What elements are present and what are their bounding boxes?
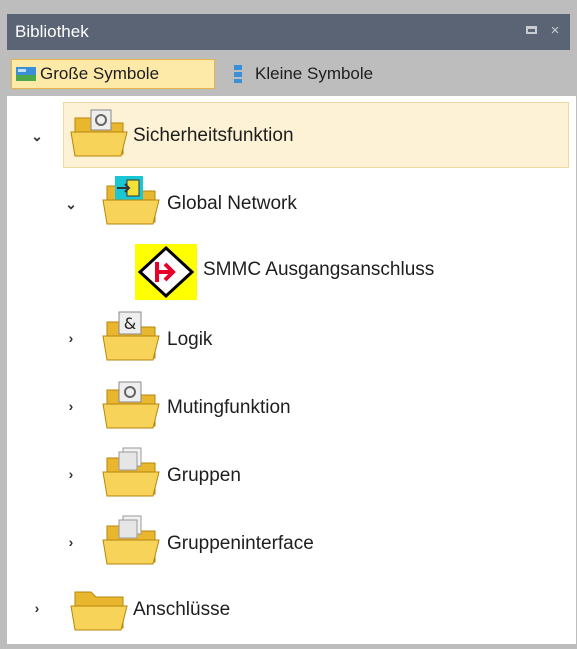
tree-item-logik[interactable]: › & Logik bbox=[7, 310, 567, 370]
tree-item-label: Gruppen bbox=[167, 465, 241, 486]
panel-titlebar: Bibliothek × bbox=[7, 14, 570, 50]
chevron-down-icon[interactable]: ⌄ bbox=[63, 196, 79, 212]
library-panel: Bibliothek × Große Symbole Kleine Symbol… bbox=[0, 0, 577, 649]
library-tree: ⌄ Sicherheitsfunktion ⌄ Global Network S… bbox=[7, 96, 576, 644]
tree-item-label: Logik bbox=[167, 329, 213, 350]
large-icons-button[interactable]: Große Symbole bbox=[11, 59, 215, 89]
large-icons-icon bbox=[16, 67, 36, 81]
folder-gear-icon bbox=[102, 381, 160, 429]
tree-item-label: Global Network bbox=[167, 193, 297, 214]
tree-item-sicherheitsfunktion[interactable]: ⌄ Sicherheitsfunktion bbox=[7, 106, 567, 166]
svg-text:&: & bbox=[124, 314, 136, 333]
tree-item-smmc-ausgangsanschluss[interactable]: SMMC Ausgangsanschluss bbox=[7, 242, 567, 302]
tree-item-label: SMMC Ausgangsanschluss bbox=[203, 259, 435, 280]
large-icons-label: Große Symbole bbox=[40, 64, 160, 83]
tree-item-global-network[interactable]: ⌄ Global Network bbox=[7, 174, 567, 234]
close-icon[interactable]: × bbox=[548, 23, 562, 38]
view-toolbar: Große Symbole Kleine Symbole bbox=[7, 56, 570, 92]
chevron-right-icon[interactable]: › bbox=[63, 466, 79, 482]
chevron-right-icon[interactable]: › bbox=[63, 330, 79, 346]
folder-logic-icon: & bbox=[102, 311, 160, 361]
folder-gear-icon bbox=[70, 109, 128, 157]
tree-item-label: Anschlüsse bbox=[133, 599, 231, 620]
chevron-right-icon[interactable]: › bbox=[63, 398, 79, 414]
panel-title: Bibliothek bbox=[15, 22, 89, 41]
tree-item-anschluesse[interactable]: › Anschlüsse bbox=[7, 580, 567, 640]
tree-item-label: Mutingfunktion bbox=[167, 397, 291, 418]
chevron-down-icon[interactable]: ⌄ bbox=[29, 128, 45, 144]
tree-item-mutingfunktion[interactable]: › Mutingfunktion bbox=[7, 378, 567, 438]
smmc-output-connector-icon bbox=[135, 244, 197, 300]
folder-group-icon bbox=[102, 515, 160, 565]
tree-item-label: Gruppeninterface bbox=[167, 533, 314, 554]
chevron-right-icon[interactable]: › bbox=[29, 600, 45, 616]
chevron-right-icon[interactable]: › bbox=[63, 534, 79, 550]
folder-icon bbox=[70, 591, 128, 631]
folder-network-icon bbox=[102, 176, 160, 225]
maximize-icon[interactable] bbox=[526, 24, 540, 38]
tree-item-gruppeninterface[interactable]: › Gruppeninterface bbox=[7, 514, 567, 574]
folder-group-icon bbox=[102, 447, 160, 497]
small-icons-label: Kleine Symbole bbox=[255, 64, 374, 83]
small-icons-icon bbox=[234, 65, 242, 83]
small-icons-button[interactable]: Kleine Symbole bbox=[227, 59, 427, 89]
tree-item-label: Sicherheitsfunktion bbox=[133, 125, 294, 146]
tree-item-gruppen[interactable]: › Gruppen bbox=[7, 446, 567, 506]
